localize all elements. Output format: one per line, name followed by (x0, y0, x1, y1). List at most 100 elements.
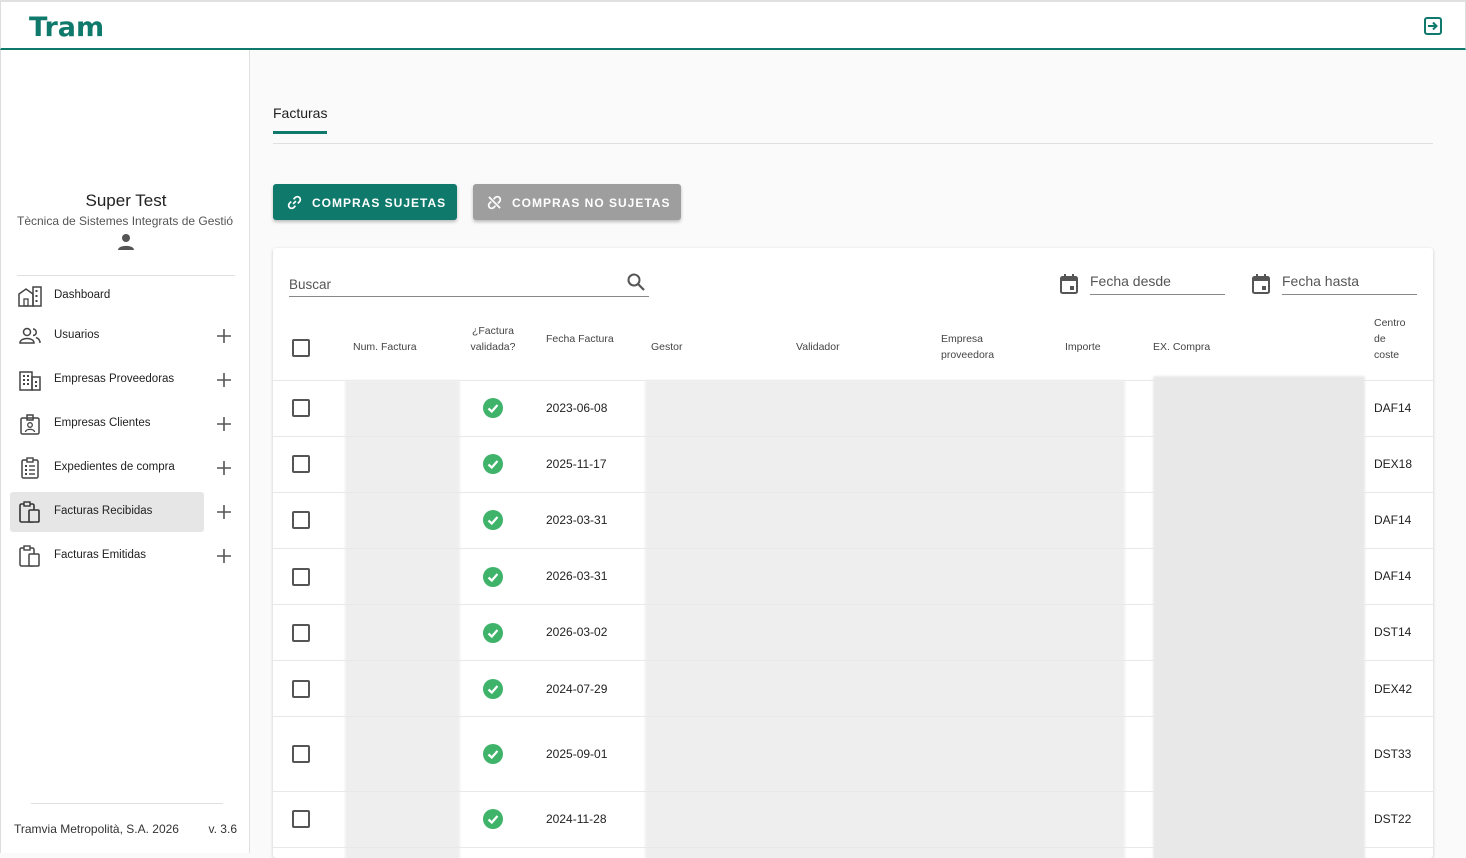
compras-no-sujetas-button[interactable]: COMPRAS NO SUJETAS (473, 184, 681, 220)
select-all-checkbox[interactable] (292, 339, 310, 357)
col-header-validador[interactable]: Validador (796, 339, 840, 355)
app-logo[interactable]: Tram (29, 12, 104, 43)
compras-sujetas-button[interactable]: COMPRAS SUJETAS (273, 184, 457, 220)
row-checkbox[interactable] (292, 399, 310, 417)
col-header-centro-coste[interactable]: Centro de coste (1374, 315, 1406, 363)
row-checkbox[interactable] (292, 745, 310, 763)
table-row (273, 492, 1433, 493)
users-icon (19, 327, 41, 344)
sidebar-item-expedientes-compra[interactable]: Expedientes de compra (10, 448, 204, 488)
sidebar-item-empresas-proveedoras[interactable]: Empresas Proveedoras (10, 360, 204, 400)
row-checkbox[interactable] (292, 511, 310, 529)
invoice-date: 2024-07-29 (546, 682, 608, 696)
cost-center: DEX18 (1374, 457, 1413, 471)
sidebar-item-label: Facturas Recibidas (54, 505, 153, 517)
check-circle-icon (483, 809, 503, 829)
cost-center: DST33 (1374, 747, 1412, 761)
row-checkbox[interactable] (292, 810, 310, 828)
check-circle-icon (483, 744, 503, 764)
sidebar-item-label: Dashboard (54, 289, 111, 301)
check-circle-icon (483, 567, 503, 587)
expand-plus-icon[interactable] (215, 503, 233, 521)
expand-plus-icon[interactable] (215, 415, 233, 433)
date-from-underline (1090, 294, 1225, 295)
redacted-data-columns (645, 380, 1125, 858)
date-to-underline (1282, 294, 1417, 295)
date-to-input[interactable]: Fecha hasta (1282, 273, 1359, 289)
check-circle-icon (483, 510, 503, 530)
cost-center: DST14 (1374, 625, 1412, 639)
sidebar-item-label: Usuarios (54, 329, 100, 341)
sidebar-item-empresas-clientes[interactable]: Empresas Clientes (10, 404, 204, 444)
button-label: COMPRAS NO SUJETAS (512, 196, 671, 210)
building-icon (19, 371, 41, 391)
cost-center: DEX42 (1374, 682, 1413, 696)
row-checkbox[interactable] (292, 680, 310, 698)
sidebar-item-usuarios[interactable]: Usuarios (10, 316, 204, 356)
link-off-icon (487, 195, 502, 210)
table-row (273, 660, 1433, 661)
check-circle-icon (483, 623, 503, 643)
main-content: Facturas COMPRAS SUJETAS COMPRAS NO SUJE… (251, 52, 1466, 858)
table-row (273, 436, 1433, 437)
table-row (273, 716, 1433, 717)
person-icon[interactable] (116, 232, 136, 252)
user-name: Super Test (85, 191, 167, 210)
col-header-importe[interactable]: Importe (1065, 339, 1101, 355)
search-input[interactable]: Buscar (289, 277, 331, 292)
table-row (273, 791, 1433, 792)
sidebar-item-label: Expedientes de compra (54, 461, 175, 473)
invoice-date: 2025-11-17 (546, 457, 607, 471)
col-header-empresa[interactable]: Empresa proveedora (941, 331, 994, 363)
invoice-date: 2026-03-31 (546, 569, 608, 583)
user-role: Tècnica de Sistemes Integrats de Gestió (17, 214, 234, 228)
invoice-date: 2023-06-08 (546, 401, 608, 415)
sidebar-item-label: Empresas Clientes (54, 417, 151, 429)
col-header-num-factura[interactable]: Num. Factura (353, 339, 417, 355)
invoice-date: 2023-03-31 (546, 513, 608, 527)
clipboard-list-icon (21, 457, 39, 479)
sidebar-item-facturas-recibidas[interactable]: Facturas Recibidas (10, 492, 204, 532)
search-icon[interactable] (626, 272, 646, 292)
cost-center: DST22 (1374, 812, 1412, 826)
sidebar-item-facturas-emitidas[interactable]: Facturas Emitidas (10, 536, 204, 576)
col-header-fecha[interactable]: Fecha Factura (546, 331, 614, 347)
date-from-input[interactable]: Fecha desde (1090, 273, 1171, 289)
clipboard-copy-icon (19, 545, 40, 567)
expand-plus-icon[interactable] (215, 459, 233, 477)
sidebar-item-dashboard[interactable]: Dashboard (10, 276, 204, 316)
dashboard-icon (18, 286, 42, 307)
invoices-table-card: Buscar Fecha desde Fecha hasta Num. Fact… (273, 248, 1433, 858)
expand-plus-icon[interactable] (215, 327, 233, 345)
tab-divider (273, 143, 1433, 144)
link-icon (287, 195, 302, 210)
company-name: Tramvia Metropolità, S.A. 2026 (14, 822, 179, 836)
tab-facturas[interactable]: Facturas (273, 105, 327, 121)
logout-icon[interactable] (1423, 16, 1443, 36)
row-checkbox[interactable] (292, 455, 310, 473)
invoice-date: 2025-09-01 (546, 747, 608, 761)
expand-plus-icon[interactable] (215, 371, 233, 389)
cost-center: DAF14 (1374, 513, 1412, 527)
expand-plus-icon[interactable] (215, 547, 233, 565)
row-checkbox[interactable] (292, 568, 310, 586)
table-row (273, 604, 1433, 605)
calendar-icon[interactable] (1059, 273, 1079, 295)
col-header-ex-compra[interactable]: EX. Compra (1153, 339, 1210, 355)
col-header-gestor[interactable]: Gestor (651, 339, 683, 355)
check-circle-icon (483, 454, 503, 474)
footer-divider (31, 803, 223, 804)
invoice-date: 2026-03-02 (546, 625, 608, 639)
row-checkbox[interactable] (292, 624, 310, 642)
button-label: COMPRAS SUJETAS (312, 196, 447, 210)
check-circle-icon (483, 398, 503, 418)
sidebar-item-label: Facturas Emitidas (54, 549, 147, 561)
calendar-icon[interactable] (1251, 273, 1271, 295)
badge-icon (20, 414, 40, 435)
sidebar: Super Test Tècnica de Sistemes Integrats… (0, 50, 250, 853)
cost-center: DAF14 (1374, 401, 1412, 415)
redacted-num-column (345, 380, 460, 858)
app-version: v. 3.6 (208, 822, 237, 836)
col-header-validada[interactable]: ¿Factura validada? (469, 323, 517, 355)
sidebar-item-label: Empresas Proveedoras (54, 373, 175, 385)
